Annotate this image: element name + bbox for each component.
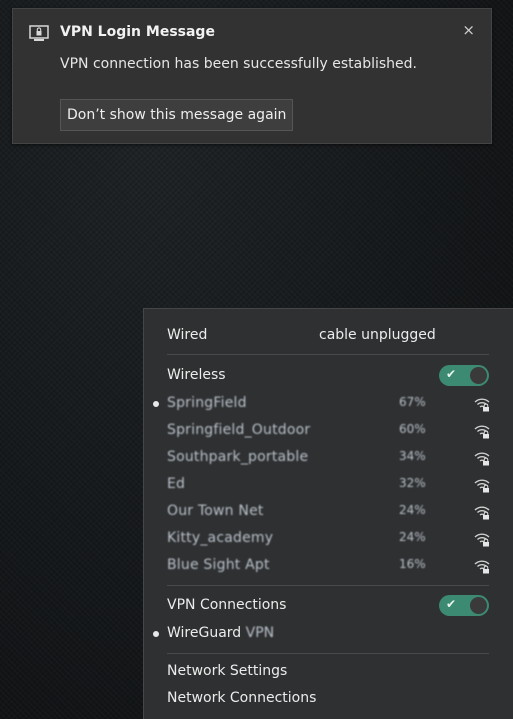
wireless-toggle[interactable]: ✔ [439, 365, 489, 386]
network-connections-item[interactable]: Network Connections [144, 686, 513, 712]
toggle-knob [470, 597, 487, 614]
separator [167, 653, 489, 654]
vpn-notification: VPN Login Message × VPN connection has b… [12, 8, 492, 144]
wifi-secure-icon [474, 506, 490, 520]
vpn-connection-label: WireGuard [167, 625, 242, 641]
close-icon[interactable]: × [462, 21, 475, 39]
notification-message: VPN connection has been successfully est… [60, 56, 417, 72]
signal-strength: 24% [399, 530, 426, 544]
wifi-secure-icon [474, 398, 490, 412]
wireless-network-item[interactable]: SpringField 67% [144, 391, 513, 417]
wifi-secure-icon [474, 452, 490, 466]
network-name: Ed [167, 476, 186, 492]
dont-show-again-button[interactable]: Don’t show this message again [60, 99, 294, 131]
wireless-network-item[interactable]: Kitty_academy 24% [144, 526, 513, 552]
vpn-connection-suffix: VPN [245, 625, 275, 641]
network-name: Our Town Net [167, 503, 264, 519]
separator [167, 585, 489, 586]
wireless-network-item[interactable]: Ed 32% [144, 472, 513, 498]
network-name: Kitty_academy [167, 530, 274, 546]
wired-status: cable unplugged [319, 327, 436, 343]
wifi-secure-icon [474, 479, 490, 493]
wifi-secure-icon [474, 560, 490, 574]
vpn-toggle[interactable]: ✔ [439, 595, 489, 616]
signal-strength: 16% [399, 557, 426, 571]
signal-strength: 24% [399, 503, 426, 517]
network-settings-label: Network Settings [167, 663, 288, 679]
vpn-connections-label: VPN Connections [167, 597, 287, 613]
notification-title: VPN Login Message [60, 24, 215, 40]
wifi-secure-icon [474, 533, 490, 547]
network-menu: Wired cable unplugged Wireless ✔ SpringF… [143, 308, 513, 719]
network-settings-item[interactable]: Network Settings [144, 659, 513, 685]
wired-row: Wired cable unplugged [144, 323, 513, 349]
network-name: Springfield_Outdoor [167, 422, 311, 438]
signal-strength: 34% [399, 449, 426, 463]
wired-label: Wired [167, 327, 208, 343]
vpn-connection-name: WireGuard VPN [167, 625, 274, 641]
wireless-network-item[interactable]: Our Town Net 24% [144, 499, 513, 525]
wireless-network-item[interactable]: Southpark_portable 34% [144, 445, 513, 471]
signal-strength: 32% [399, 476, 426, 490]
network-name: Blue Sight Apt [167, 557, 270, 573]
wireless-label: Wireless [167, 367, 226, 383]
vpn-connection-item[interactable]: WireGuard VPN [144, 621, 513, 647]
signal-strength: 60% [399, 422, 426, 436]
vpn-lock-icon [29, 25, 49, 41]
wifi-secure-icon [474, 425, 490, 439]
network-name: Southpark_portable [167, 449, 309, 465]
connected-bullet-icon [153, 631, 159, 637]
network-connections-label: Network Connections [167, 690, 317, 706]
check-icon: ✔ [446, 367, 457, 381]
connected-bullet-icon [153, 401, 159, 407]
toggle-knob [470, 367, 487, 384]
separator [167, 354, 489, 355]
check-icon: ✔ [446, 597, 457, 611]
wireless-network-item[interactable]: Blue Sight Apt 16% [144, 553, 513, 579]
wireless-network-item[interactable]: Springfield_Outdoor 60% [144, 418, 513, 444]
signal-strength: 67% [399, 395, 426, 409]
network-name: SpringField [167, 395, 247, 411]
